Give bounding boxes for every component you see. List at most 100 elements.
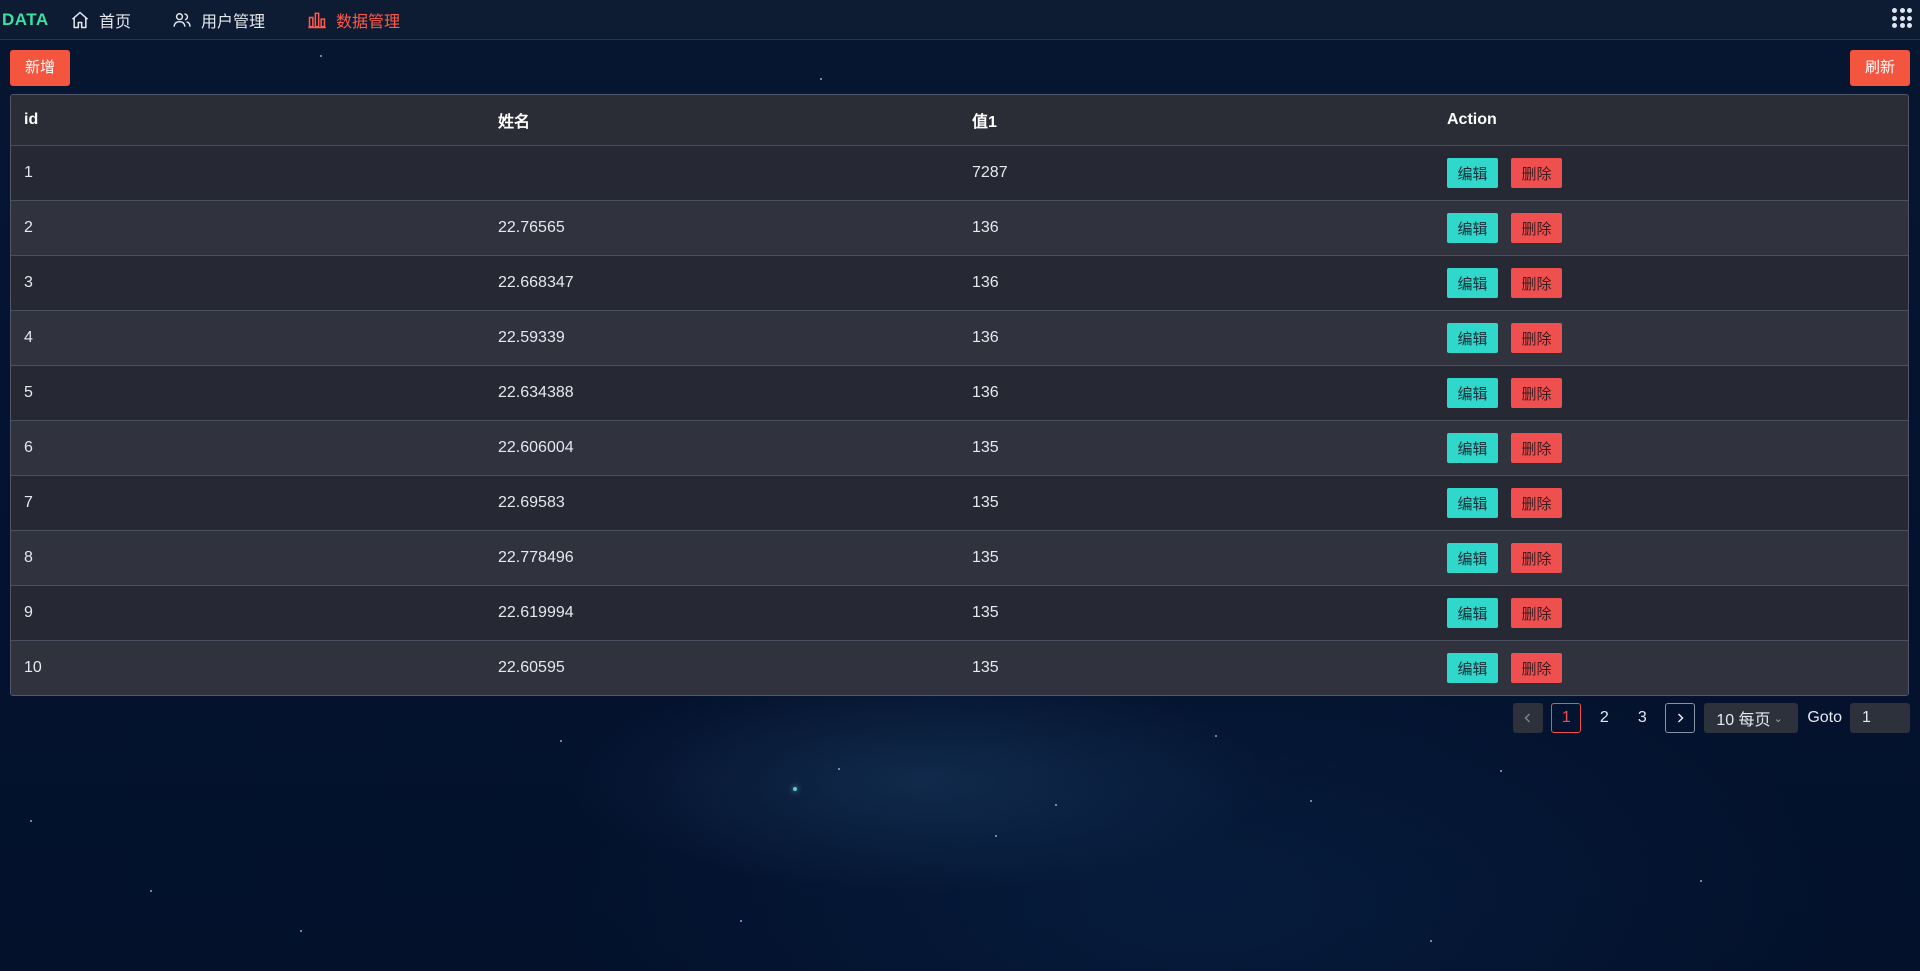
table-row: 10 22.60595 135 编辑 删除 — [11, 640, 1908, 695]
bar-chart-icon — [308, 12, 326, 28]
table-row: 8 22.778496 135 编辑 删除 — [11, 530, 1908, 585]
cell-value1: 136 — [972, 384, 999, 401]
table-row: 2 22.76565 136 编辑 删除 — [11, 200, 1908, 255]
cell-name: 22.59339 — [498, 329, 565, 346]
edit-button[interactable]: 编辑 — [1447, 268, 1498, 298]
grid-menu-icon[interactable] — [1892, 8, 1912, 28]
cell-value1: 135 — [972, 439, 999, 456]
table-row: 3 22.668347 136 编辑 删除 — [11, 255, 1908, 310]
cell-actions: 编辑 删除 — [1434, 653, 1908, 683]
add-button[interactable]: 新增 — [10, 50, 70, 86]
cell-id: 7 — [24, 494, 33, 511]
page-size-value: 10 每页 — [1716, 712, 1771, 729]
column-header-action: Action — [1447, 111, 1497, 128]
cell-name: 22.619994 — [498, 604, 574, 621]
table-row: 4 22.59339 136 编辑 删除 — [11, 310, 1908, 365]
cell-name: 22.778496 — [498, 549, 574, 566]
cell-actions: 编辑 删除 — [1434, 323, 1908, 353]
table-body: 1 7287 编辑 删除 2 22.76565 136 编辑 删除 3 22.668347 136 编辑… — [11, 145, 1908, 695]
cell-actions: 编辑 删除 — [1434, 158, 1908, 188]
column-header-id[interactable]: id — [11, 111, 485, 129]
chevron-down-icon: ⌄ — [1773, 712, 1783, 725]
cell-name: 22.76565 — [498, 219, 565, 236]
edit-button[interactable]: 编辑 — [1447, 213, 1498, 243]
goto-label: Goto — [1807, 709, 1842, 726]
delete-button[interactable]: 删除 — [1511, 653, 1562, 683]
top-navigation-bar: DATA 首页 用户管理 数据管理 — [0, 0, 1920, 40]
cell-id: 2 — [24, 219, 33, 236]
delete-button[interactable]: 删除 — [1511, 158, 1562, 188]
cell-id: 5 — [24, 384, 33, 401]
cell-id: 10 — [24, 659, 42, 676]
chevron-right-icon — [1678, 713, 1684, 723]
cell-value1: 136 — [972, 274, 999, 291]
data-table: id 姓名 值1 Action 1 7287 编辑 删除 2 22.76565 136 编辑删… — [10, 94, 1909, 696]
users-icon — [173, 12, 191, 27]
table-row: 9 22.619994 135 编辑 删除 — [11, 585, 1908, 640]
table-row: 1 7287 编辑 删除 — [11, 145, 1908, 200]
edit-button[interactable]: 编辑 — [1447, 543, 1498, 573]
cell-id: 8 — [24, 549, 33, 566]
edit-button[interactable]: 编辑 — [1447, 323, 1498, 353]
delete-button[interactable]: 删除 — [1511, 543, 1562, 573]
edit-button[interactable]: 编辑 — [1447, 433, 1498, 463]
app-logo: DATA — [2, 9, 49, 29]
table-header-row: id 姓名 值1 Action — [11, 95, 1908, 145]
edit-button[interactable]: 编辑 — [1447, 598, 1498, 628]
table-row: 5 22.634388 136 编辑 删除 — [11, 365, 1908, 420]
delete-button[interactable]: 删除 — [1511, 433, 1562, 463]
cell-name: 22.69583 — [498, 494, 565, 511]
home-icon — [72, 11, 88, 28]
cell-name: 22.634388 — [498, 384, 574, 401]
edit-button[interactable]: 编辑 — [1447, 378, 1498, 408]
refresh-button[interactable]: 刷新 — [1850, 50, 1910, 86]
cell-value1: 136 — [972, 329, 999, 346]
cell-id: 3 — [24, 274, 33, 291]
cell-id: 1 — [24, 164, 33, 181]
cell-id: 9 — [24, 604, 33, 621]
cell-value1: 135 — [972, 549, 999, 566]
cell-name: 22.668347 — [498, 274, 574, 291]
nav-item-data-management[interactable]: 数据管理 — [307, 0, 400, 40]
cell-actions: 编辑 删除 — [1434, 488, 1908, 518]
delete-button[interactable]: 删除 — [1511, 268, 1562, 298]
next-page-button[interactable] — [1665, 703, 1696, 733]
table-row: 6 22.606004 135 编辑 删除 — [11, 420, 1908, 475]
cell-name: 22.60595 — [498, 659, 565, 676]
cell-value1: 135 — [972, 494, 999, 511]
edit-button[interactable]: 编辑 — [1447, 158, 1498, 188]
delete-button[interactable]: 删除 — [1511, 323, 1562, 353]
page-3-button[interactable]: 3 — [1627, 703, 1657, 733]
cell-value1: 135 — [972, 659, 999, 676]
delete-button[interactable]: 删除 — [1511, 488, 1562, 518]
cell-id: 4 — [24, 329, 33, 346]
page-1-button[interactable]: 1 — [1551, 703, 1582, 733]
page-size-select[interactable]: 10 每页 ⌄ — [1704, 703, 1799, 733]
delete-button[interactable]: 删除 — [1511, 213, 1562, 243]
cell-actions: 编辑 删除 — [1434, 268, 1908, 298]
column-header-value1[interactable]: 值1 — [959, 108, 1434, 132]
edit-button[interactable]: 编辑 — [1447, 488, 1498, 518]
cell-value1: 136 — [972, 219, 999, 236]
cell-name: 22.606004 — [498, 439, 574, 456]
edit-button[interactable]: 编辑 — [1447, 653, 1498, 683]
cell-actions: 编辑 删除 — [1434, 543, 1908, 573]
cell-actions: 编辑 删除 — [1434, 213, 1908, 243]
cell-value1: 7287 — [972, 164, 1008, 181]
cell-actions: 编辑 删除 — [1434, 378, 1908, 408]
nav-item-label: 用户管理 — [201, 13, 266, 31]
previous-page-button[interactable] — [1513, 703, 1544, 733]
nav-item-label: 数据管理 — [336, 13, 401, 31]
delete-button[interactable]: 删除 — [1511, 598, 1562, 628]
cell-actions: 编辑 删除 — [1434, 598, 1908, 628]
cell-value1: 135 — [972, 604, 999, 621]
page-2-button[interactable]: 2 — [1589, 703, 1619, 733]
nav-item-label: 首页 — [99, 13, 132, 31]
goto-page-input[interactable] — [1850, 703, 1910, 733]
nav-item-home[interactable]: 首页 — [70, 0, 172, 40]
delete-button[interactable]: 删除 — [1511, 378, 1562, 408]
column-header-name[interactable]: 姓名 — [485, 108, 959, 132]
cell-id: 6 — [24, 439, 33, 456]
nav-item-users[interactable]: 用户管理 — [172, 0, 307, 40]
table-row: 7 22.69583 135 编辑 删除 — [11, 475, 1908, 530]
